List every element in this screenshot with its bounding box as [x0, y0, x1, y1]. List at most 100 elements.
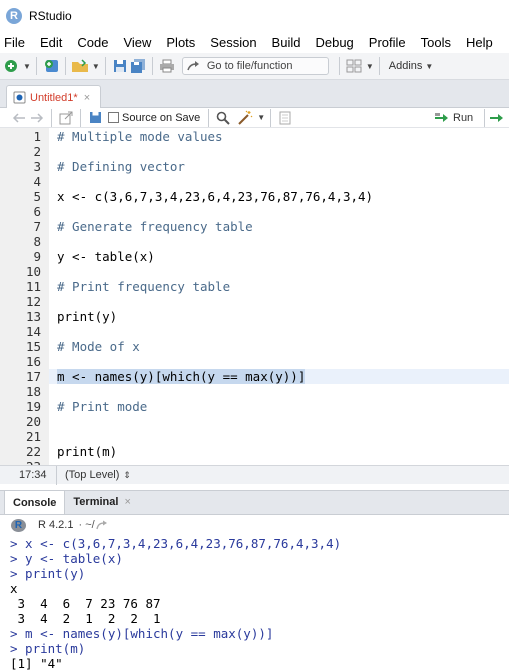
code-line[interactable]: 14 — [0, 324, 509, 339]
line-number: 22 — [25, 444, 41, 459]
search-icon[interactable] — [214, 109, 232, 127]
re-run-icon[interactable] — [489, 109, 507, 127]
tab-untitled1[interactable]: Untitled1* × — [6, 85, 101, 109]
console-command: > print(m) — [10, 641, 86, 656]
console-command: > m <- names(y)[which(y == max(y))] — [10, 626, 274, 641]
code-line[interactable]: 12 — [0, 294, 509, 309]
save-all-icon[interactable] — [129, 57, 147, 75]
compile-report-icon[interactable] — [276, 109, 294, 127]
goto-file-input[interactable]: Go to file/function — [181, 57, 329, 75]
menu-plots[interactable]: Plots — [166, 35, 195, 50]
rstudio-logo-icon: R — [6, 7, 22, 24]
console-output-line: x — [10, 581, 18, 596]
back-arrow-icon[interactable] — [10, 109, 28, 127]
chevron-down-icon[interactable]: ▼ — [425, 62, 433, 71]
line-number: 18 — [25, 384, 41, 399]
menu-file[interactable]: File — [4, 35, 25, 50]
addins-menu[interactable]: Addins — [389, 60, 423, 72]
line-number: 16 — [25, 354, 41, 369]
menu-help[interactable]: Help — [466, 35, 493, 50]
editor-toolbar: Source on Save ▼ Run — [0, 108, 509, 128]
editor-tab-strip: Untitled1* × — [0, 80, 509, 109]
chevron-down-icon[interactable]: ▼ — [23, 62, 31, 71]
menu-view[interactable]: View — [123, 35, 151, 50]
show-in-window-icon[interactable] — [57, 109, 75, 127]
code-editor[interactable]: 1 # Multiple mode values 2 3 # Defining vect… — [0, 128, 509, 465]
chevron-down-icon[interactable]: ▼ — [366, 62, 374, 71]
code-line[interactable]: 10 — [0, 264, 509, 279]
code-line[interactable]: 19 # Print mode — [0, 399, 509, 414]
pane-layout-icon[interactable] — [345, 57, 363, 75]
save-icon[interactable] — [86, 109, 104, 127]
menu-tools[interactable]: Tools — [421, 35, 451, 50]
go-to-directory-icon[interactable] — [95, 516, 109, 534]
close-icon[interactable]: × — [84, 92, 90, 104]
code-text: print(y) — [57, 309, 118, 324]
new-project-icon[interactable] — [42, 57, 60, 75]
code-text: y <- table(x) — [57, 249, 155, 264]
code-line[interactable]: 2 — [0, 144, 509, 159]
chevron-down-icon[interactable]: ▼ — [257, 113, 265, 122]
code-line[interactable]: 16 — [0, 354, 509, 369]
save-icon[interactable] — [111, 57, 129, 75]
chevron-down-icon[interactable]: ▼ — [92, 62, 100, 71]
line-number: 6 — [33, 204, 41, 219]
code-line[interactable]: 21 — [0, 429, 509, 444]
menu-session[interactable]: Session — [210, 35, 256, 50]
close-icon[interactable]: × — [124, 496, 130, 508]
tab-terminal[interactable]: Terminal × — [65, 490, 138, 514]
print-icon[interactable] — [158, 57, 176, 75]
main-toolbar: ▼ ▼ Go to file/function ▼ Addins ▼ — [0, 53, 509, 80]
code-line[interactable]: 15 # Mode of x — [0, 339, 509, 354]
toolbar-separator — [270, 108, 272, 127]
chevron-updown-icon[interactable]: ⇕ — [123, 470, 131, 481]
scope-selector[interactable]: (Top Level) — [65, 469, 119, 481]
forward-arrow-icon[interactable] — [28, 109, 46, 127]
code-line[interactable]: 20 — [0, 414, 509, 429]
code-line[interactable]: 11 # Print frequency table — [0, 279, 509, 294]
code-line[interactable]: 5 x <- c(3,6,7,3,4,23,6,4,23,76,87,76,4,3… — [0, 189, 509, 204]
toolbar-separator — [64, 57, 66, 75]
code-line[interactable]: 8 — [0, 234, 509, 249]
code-line[interactable]: 1 # Multiple mode values — [0, 129, 509, 144]
code-line[interactable]: 17 m <- names(y)[which(y == max(y))] — [0, 369, 509, 384]
menu-bar: File Edit Code View Plots Session Build Debug Pr… — [0, 31, 509, 53]
source-on-save-label: Source on Save — [122, 111, 201, 124]
code-line[interactable]: 18 — [0, 384, 509, 399]
r-logo-icon: R — [11, 518, 26, 532]
menu-build[interactable]: Build — [272, 35, 301, 50]
line-number: 2 — [33, 144, 41, 159]
line-number: 1 — [33, 129, 41, 144]
new-file-icon[interactable] — [2, 57, 20, 75]
line-number: 4 — [33, 174, 41, 189]
console-output[interactable]: > x <- c(3,6,7,3,4,23,6,4,23,76,87,76,4,… — [0, 535, 509, 671]
run-button[interactable]: Run — [434, 110, 473, 126]
open-folder-icon[interactable] — [71, 57, 89, 75]
line-number: 20 — [25, 414, 41, 429]
code-text: x <- c(3,6,7,3,4,23,6,4,23,76,87,76,4,3,… — [57, 189, 374, 204]
code-comment: # Print mode — [57, 399, 148, 414]
code-line[interactable]: 7 # Generate frequency table — [0, 219, 509, 234]
code-line[interactable]: 4 — [0, 174, 509, 189]
toolbar-separator — [338, 57, 340, 75]
tab-label: Untitled1* — [30, 91, 78, 104]
line-number: 11 — [25, 279, 41, 294]
code-line[interactable]: 22 print(m) — [0, 444, 509, 459]
working-directory[interactable]: · ~/ — [78, 519, 94, 531]
menu-code[interactable]: Code — [77, 35, 108, 50]
menu-edit[interactable]: Edit — [40, 35, 62, 50]
code-line[interactable]: 13 print(y) — [0, 309, 509, 324]
toolbar-separator — [35, 57, 37, 75]
code-line[interactable]: 6 — [0, 204, 509, 219]
menu-debug[interactable]: Debug — [315, 35, 353, 50]
r-version: R 4.2.1 — [38, 519, 74, 531]
code-tools-wand-icon[interactable] — [236, 109, 254, 127]
code-line[interactable]: 9 y <- table(x) — [0, 249, 509, 264]
code-line[interactable]: 3 # Defining vector — [0, 159, 509, 174]
line-number: 5 — [33, 189, 41, 204]
line-number: 21 — [25, 429, 41, 444]
source-on-save-checkbox[interactable] — [108, 112, 119, 123]
tab-console[interactable]: Console — [4, 490, 66, 514]
console-output-line: 3 4 2 1 2 2 1 — [10, 611, 161, 626]
menu-profile[interactable]: Profile — [369, 35, 406, 50]
